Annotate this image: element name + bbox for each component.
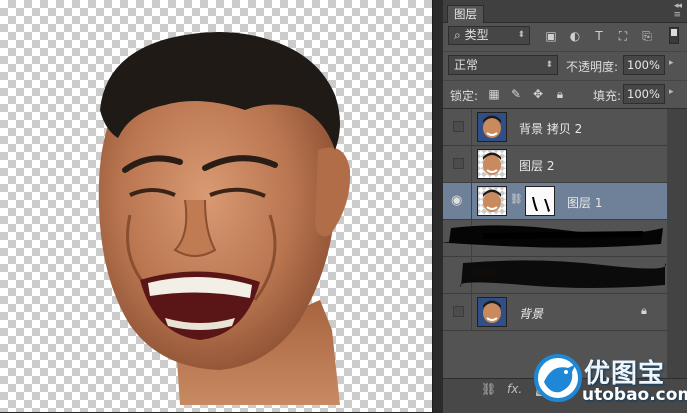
filter-kind-label: 类型 xyxy=(464,28,489,42)
chain-link-icon[interactable]: ⛓ xyxy=(510,194,523,205)
lock-row: 锁定: ▦ ✎ ✥ 🔒︎ 填充: 100% ▸ xyxy=(443,80,687,107)
redaction-scribble xyxy=(443,225,663,248)
visibility-toggle[interactable] xyxy=(453,121,464,132)
watermark: 优图宝 utobao.com xyxy=(532,349,687,412)
fill-label: 填充: xyxy=(593,89,622,103)
blend-mode-label: 正常 xyxy=(454,58,479,72)
layer-name: 背景 xyxy=(519,307,544,321)
blend-mode-select[interactable]: 正常 ⬍ xyxy=(448,55,558,75)
layer-row-背景-拷贝-2[interactable]: 背景 拷贝 2 xyxy=(443,109,667,146)
lock-all-icon[interactable]: 🔒︎ xyxy=(553,87,567,101)
visibility-toggle[interactable] xyxy=(453,306,464,317)
adjustment-filter-icon[interactable]: ◐ xyxy=(567,28,583,44)
filter-kind-select[interactable]: ⌕ 类型 ⬍ xyxy=(448,26,530,45)
shape-filter-icon[interactable]: ⛶ xyxy=(615,28,631,44)
layer-name: 背景 拷贝 2 xyxy=(519,122,583,136)
smart-object-filter-icon[interactable]: ⎘ xyxy=(639,28,655,44)
layer-row-背景[interactable]: 背景 🔒︎ xyxy=(443,294,667,331)
bird-logo-icon xyxy=(534,354,582,402)
layer-row-redacted[interactable] xyxy=(443,257,667,294)
layer-name: 图层 1 xyxy=(567,196,603,210)
layer-row-redacted[interactable] xyxy=(443,220,667,257)
layer-thumbnail xyxy=(477,297,507,327)
fill-input[interactable]: 100% xyxy=(623,84,665,104)
layer-thumbnail xyxy=(477,112,507,142)
chevron-updown-icon: ⬍ xyxy=(545,60,553,70)
document-canvas[interactable] xyxy=(0,0,432,412)
eye-icon[interactable]: ◉ xyxy=(451,194,465,207)
layers-list: 背景 拷贝 2 图层 2 ◉ ⛓ 图层 1 背景 🔒︎ xyxy=(443,108,687,379)
fx-icon[interactable]: fx. xyxy=(507,382,522,396)
filter-row: ⌕ 类型 ⬍ ▣ ◐ T ⛶ ⎘ xyxy=(443,24,687,48)
layers-scrollbar[interactable] xyxy=(667,109,687,379)
lock-transparency-icon[interactable]: ▦ xyxy=(487,87,501,101)
tab-layers[interactable]: 图层 xyxy=(447,5,484,23)
search-icon: ⌕ xyxy=(454,28,461,42)
lock-label: 锁定: xyxy=(450,89,479,103)
lock-image-pixels-icon[interactable]: ✎ xyxy=(509,87,523,101)
opacity-label: 不透明度: xyxy=(566,60,619,74)
type-filter-icon[interactable]: T xyxy=(591,28,607,44)
link-layers-icon[interactable]: ⛓ xyxy=(481,382,496,396)
fill-slider-arrow-icon[interactable]: ▸ xyxy=(669,87,674,97)
portrait-image xyxy=(98,31,351,405)
opacity-slider-arrow-icon[interactable]: ▸ xyxy=(669,58,674,68)
panel-tab-bar: 图层 ◂◂ ≡ xyxy=(443,0,687,23)
layer-thumbnail xyxy=(477,149,507,179)
image-filter-icon[interactable]: ▣ xyxy=(543,28,559,44)
layer-name: 图层 2 xyxy=(519,159,555,173)
layer-row-图层-1[interactable]: ◉ ⛓ 图层 1 xyxy=(443,183,667,220)
blend-row: 正常 ⬍ 不透明度: 100% ▸ xyxy=(443,51,687,78)
opacity-input[interactable]: 100% xyxy=(623,55,665,75)
lock-icon: 🔒︎ xyxy=(641,304,647,317)
watermark-url: utobao.com xyxy=(582,385,687,405)
panel-menu-icon[interactable]: ≡ xyxy=(673,10,681,20)
visibility-toggle[interactable] xyxy=(453,158,464,169)
redaction-scribble xyxy=(460,260,666,288)
chevron-updown-icon: ⬍ xyxy=(517,30,525,40)
layer-thumbnail xyxy=(477,186,507,216)
layer-row-图层-2[interactable]: 图层 2 xyxy=(443,146,667,183)
layer-mask-thumbnail[interactable] xyxy=(525,186,555,216)
lock-position-icon[interactable]: ✥ xyxy=(531,87,545,101)
filter-toggle[interactable] xyxy=(669,27,679,44)
